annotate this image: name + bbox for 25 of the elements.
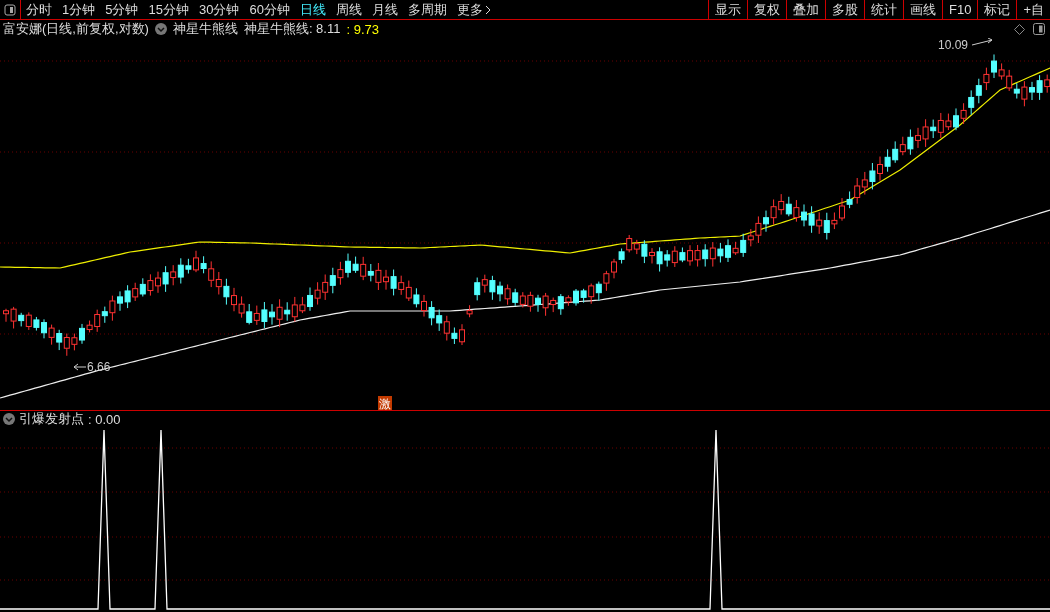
period-tab[interactable]: 周线 bbox=[330, 0, 367, 19]
dropdown-icon[interactable] bbox=[154, 23, 167, 35]
dropdown-icon[interactable] bbox=[3, 413, 15, 425]
period-tab[interactable]: 60分钟 bbox=[244, 0, 295, 19]
period-tab[interactable]: 5分钟 bbox=[100, 0, 144, 19]
period-tab[interactable]: 更多 bbox=[451, 0, 496, 19]
chart-title: 富安娜(日线,前复权,对数) bbox=[3, 20, 149, 38]
panel-icon[interactable] bbox=[1033, 23, 1045, 35]
indicator-value: : 9.73 bbox=[346, 21, 379, 37]
indicator-reading: : 0.00 bbox=[88, 411, 121, 427]
period-tab[interactable]: 分时 bbox=[21, 0, 57, 19]
indicator-name: 神星牛熊线 bbox=[172, 20, 238, 38]
diamond-icon[interactable] bbox=[1014, 23, 1025, 35]
period-tab[interactable]: 1分钟 bbox=[57, 0, 101, 19]
period-tab[interactable]: 月线 bbox=[366, 0, 403, 19]
indicator-reading: 神星牛熊线: 8.11 bbox=[243, 20, 341, 38]
high-price-label: 10.09 bbox=[938, 38, 993, 52]
indicator-name: 引爆发射点 bbox=[19, 410, 84, 428]
chevron-right-icon bbox=[484, 4, 491, 15]
period-tab[interactable]: 15分钟 bbox=[143, 0, 194, 19]
period-tab[interactable]: 多周期 bbox=[402, 0, 452, 19]
period-tab[interactable]: 日线 bbox=[294, 0, 331, 19]
period-tab[interactable]: 30分钟 bbox=[193, 0, 245, 19]
signal-marker: 激 bbox=[378, 396, 392, 410]
candlestick bbox=[466, 304, 473, 318]
